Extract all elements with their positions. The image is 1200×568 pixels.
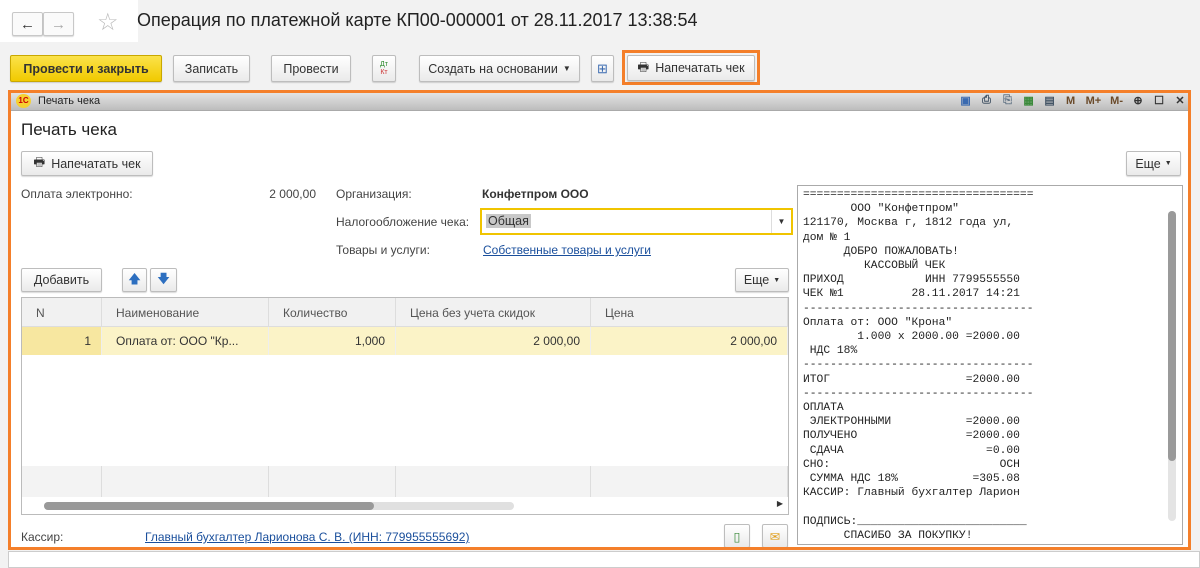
forward-button[interactable]: → <box>43 12 74 36</box>
highlight-frame <box>8 90 1191 550</box>
dt-kt-button[interactable]: Дт Кт <box>372 55 396 82</box>
star-icon[interactable]: ☆ <box>97 8 119 37</box>
print-receipt-label: Напечатать чек <box>655 61 745 75</box>
arrow-left-icon: ← <box>20 15 35 33</box>
kt-icon: Кт <box>380 68 388 76</box>
dt-icon: Дт <box>380 60 388 68</box>
save-button[interactable]: Записать <box>173 55 250 82</box>
back-button[interactable]: ← <box>12 12 43 36</box>
arrow-right-icon: → <box>51 15 66 33</box>
chevron-down-icon: ▼ <box>562 64 571 73</box>
post-and-close-button[interactable]: Провести и закрыть <box>10 55 162 82</box>
status-area <box>8 551 1200 568</box>
post-button[interactable]: Провести <box>271 55 351 82</box>
page-title: Операция по платежной карте КП00-000001 … <box>137 10 698 30</box>
create-based-on-button[interactable]: Создать на основании ▼ <box>419 55 580 82</box>
create-based-label: Создать на основании <box>428 61 558 76</box>
structure-icon[interactable]: ⊞ <box>591 55 614 82</box>
print-receipt-button[interactable]: 🖶 Напечатать чек <box>627 55 755 81</box>
printer-icon: 🖶 <box>637 59 650 74</box>
